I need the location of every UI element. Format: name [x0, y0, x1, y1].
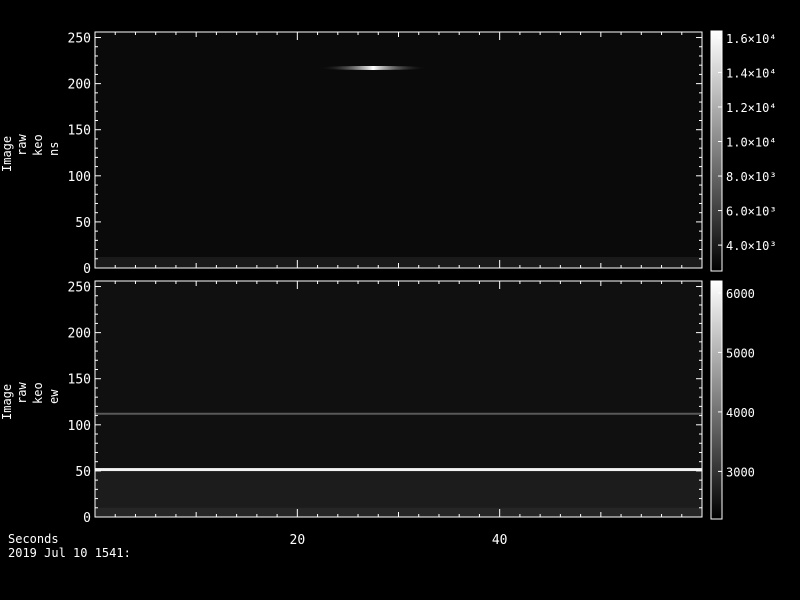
colorbar-0-tick-label-4000: 4.0×10³: [726, 239, 777, 253]
colorbar-1: [710, 280, 723, 520]
colorbar-1-tick-label-5000: 5000: [726, 346, 755, 360]
panel-1-horizontal-line-1: [95, 412, 702, 415]
xtick-label-20: 20: [290, 533, 306, 548]
colorbar-0-tick-label-6000: 6.0×10³: [726, 205, 777, 219]
panel-0-ytick-label-250: 250: [68, 32, 91, 47]
panel-1-ytick-label-50: 50: [75, 465, 91, 480]
panel-1-ytick-label-250: 250: [68, 281, 91, 296]
panel-1-horizontal-line-0: [95, 468, 702, 472]
colorbar-0-tick-label-14000: 1.4×10⁴: [726, 66, 777, 80]
colorbar-0-tick-label-12000: 1.2×10⁴: [726, 101, 777, 115]
colorbar-1-tick-label-3000: 3000: [726, 465, 755, 479]
panel-0-ytick-label-150: 150: [68, 124, 91, 139]
colorbar-0-tick-label-8000: 8.0×10³: [726, 170, 777, 184]
colorbar-1-tick-label-6000: 6000: [726, 287, 755, 301]
panel-0-ytick-label-0: 0: [83, 262, 91, 277]
date-label: 2019 Jul 10 1541:: [8, 546, 131, 560]
colorbar-0-tick-label-16000: 1.6×10⁴: [726, 32, 777, 46]
xtick-label-40: 40: [492, 533, 508, 548]
colorbar-0-tick-label-10000: 1.0×10⁴: [726, 136, 777, 150]
panel-0-bright-streak: [317, 65, 429, 70]
colorbar-0: [710, 30, 723, 272]
panel-1-ytick-label-100: 100: [68, 419, 91, 434]
panel-1-ytick-label-0: 0: [83, 511, 91, 526]
panel-0-ytick-label-50: 50: [75, 216, 91, 231]
xlabel-seconds: Seconds: [8, 532, 59, 546]
chart-overlay: 0501001502002504.0×10³6.0×10³8.0×10³1.0×…: [68, 30, 777, 548]
panel-0-ytick-label-200: 200: [68, 78, 91, 93]
panel-1-mid-band: [95, 470, 702, 508]
panel-0-ytick-label-100: 100: [68, 170, 91, 185]
colorbar-1-tick-label-4000: 4000: [726, 406, 755, 420]
panel-1-ytick-label-150: 150: [68, 373, 91, 388]
panel-1-ytick-label-200: 200: [68, 327, 91, 342]
